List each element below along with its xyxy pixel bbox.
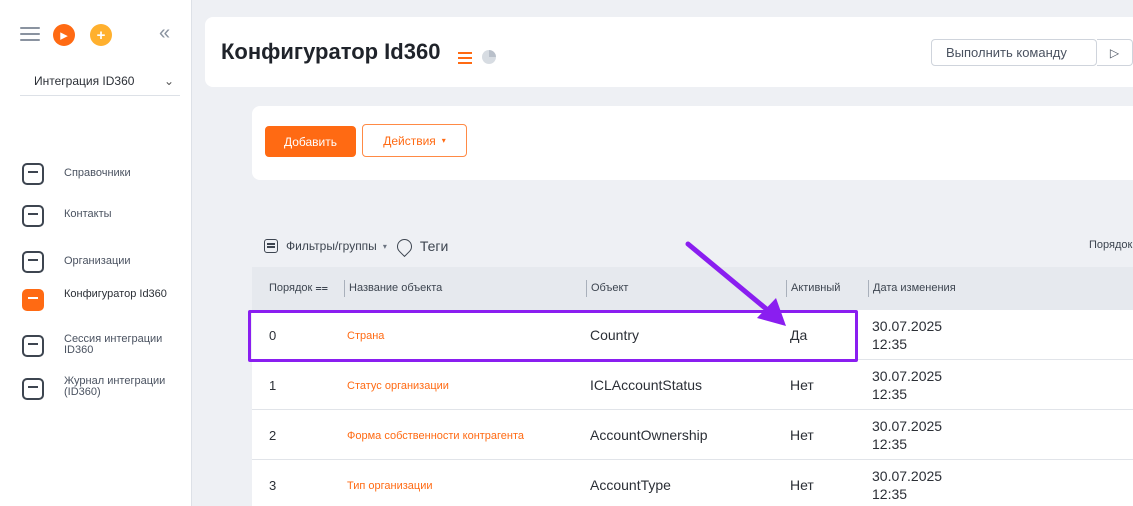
table-row[interactable]: 2 Форма собственности контрагента Accoun… [252,410,1133,460]
workspace-select[interactable]: Интеграция ID360 ⌄ [20,66,180,96]
cell-name-link[interactable]: Форма собственности контрагента [347,430,524,442]
page-title: Конфигуратор Id360 [221,39,441,64]
column-header-active[interactable]: Активный [786,280,840,297]
cell-name-link[interactable]: Статус организации [347,380,449,392]
filter-icon[interactable] [264,239,278,253]
add-button[interactable]: Добавить [265,126,356,157]
sidebar-item-integration-session[interactable]: Сессия интеграции ID360 [0,326,192,366]
log-icon [22,378,44,400]
play-icon[interactable]: ▸ [53,24,75,46]
book-icon [22,163,44,185]
upload-icon [22,335,44,357]
cell-date: 30.07.2025 12:35 [872,468,943,502]
actions-button[interactable]: Действия ▾ [362,124,467,157]
document-icon [22,251,44,273]
cell-order: 3 [269,478,277,493]
pie-chart-icon[interactable] [482,50,496,64]
actions-button-label: Действия [383,133,436,148]
sidebar-item-references[interactable]: Справочники [0,154,192,194]
run-command-button[interactable]: ▷ [1097,39,1133,66]
plus-icon[interactable]: + [90,24,112,46]
table-row[interactable]: 1 Статус организации ICLAccountStatus Не… [252,360,1133,410]
column-header-date[interactable]: Дата изменения [868,280,956,297]
caret-down-icon[interactable]: ▾ [383,242,387,251]
filters-button[interactable]: Фильтры/группы [286,239,377,253]
cell-date: 30.07.2025 12:35 [872,368,943,402]
sidebar-item-configurator[interactable]: Конфигуратор Id360 [0,280,192,320]
cell-order: 2 [269,428,277,443]
sidebar-item-label: Конфигуратор Id360 [64,288,167,300]
cell-object: ICLAccountStatus [590,377,703,393]
cell-object: AccountOwnership [590,427,708,443]
column-header-name[interactable]: Название объекта [344,280,442,297]
sidebar-item-contacts[interactable]: Контакты [0,196,192,236]
toolbar: Добавить Действия ▾ [252,106,1133,180]
sidebar-item-organizations[interactable]: Организации [0,242,192,282]
cell-date: 30.07.2025 12:35 [872,318,943,352]
sort-label[interactable]: Порядок [1089,239,1132,251]
collapse-sidebar-icon[interactable]: « [159,22,170,45]
sidebar-item-label: Сессия интеграции ID360 [64,333,163,356]
cell-active: Нет [790,477,814,493]
highlight-box [248,310,858,362]
cell-active: Нет [790,427,814,443]
menu-icon[interactable] [20,27,40,41]
sidebar-item-integration-log[interactable]: Журнал интеграции (ID360) [0,369,192,409]
column-header-object[interactable]: Объект [586,280,628,297]
cell-object: AccountType [590,477,671,493]
sidebar-item-label: Контакты [64,208,112,220]
column-header-order[interactable]: Порядок ⩵ [269,280,328,297]
cell-date: 30.07.2025 12:35 [872,418,943,452]
table-header: Порядок ⩵ Название объекта Объект Активн… [252,267,1133,310]
gear-icon [22,289,44,311]
tags-button[interactable]: Теги [420,238,448,254]
sidebar-item-label: Организации [64,255,131,267]
cell-order: 1 [269,378,277,393]
cell-name-link[interactable]: Тип организации [347,480,433,492]
tag-icon[interactable] [393,235,415,257]
caret-down-icon: ▾ [441,136,446,145]
workspace-select-value: Интеграция ID360 [34,73,135,88]
sidebar-item-label: Справочники [64,167,131,179]
menu-icon[interactable] [458,52,472,64]
page-header: Конфигуратор Id360 Выполнить команду ▷ [205,17,1133,87]
contact-icon [22,205,44,227]
table-row[interactable]: 3 Тип организации AccountType Нет 30.07.… [252,460,1133,506]
play-icon: ▷ [1109,45,1120,60]
sort-icon: ⩵ [315,282,329,294]
filters-bar: Фильтры/группы ▾ Теги [264,235,448,257]
chevron-down-icon: ⌄ [163,73,174,88]
sidebar-item-label: Журнал интеграции (ID360) [64,375,166,398]
sidebar-top: ▸ + « [0,0,192,64]
cell-active: Нет [790,377,814,393]
command-input[interactable]: Выполнить команду [931,39,1097,66]
sidebar: ▸ + « Интеграция ID360 ⌄ Справочники Кон… [0,0,192,506]
